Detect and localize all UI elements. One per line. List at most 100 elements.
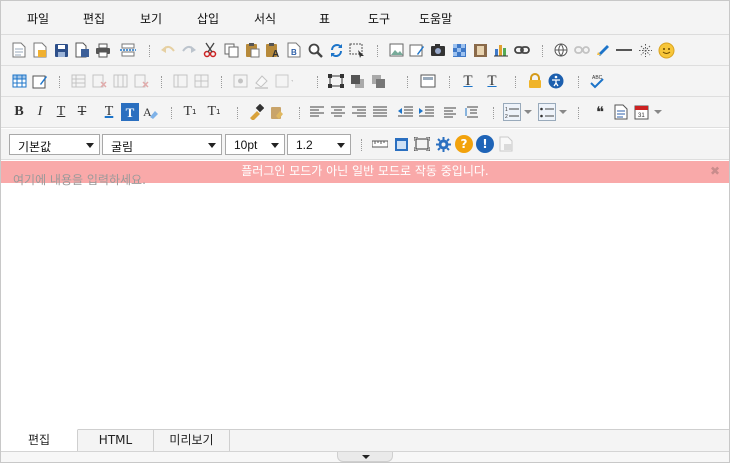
export-icon[interactable]: [497, 135, 515, 153]
menu-tools[interactable]: 도구: [368, 10, 390, 27]
cut-icon[interactable]: [201, 41, 219, 59]
info-icon[interactable]: !: [476, 135, 494, 153]
menu-insert[interactable]: 삽입: [197, 10, 219, 27]
spellcheck-icon[interactable]: ABC: [588, 72, 606, 90]
line-spacing-icon[interactable]: [442, 103, 460, 121]
page-break-icon[interactable]: [119, 41, 137, 59]
bullet-list-icon[interactable]: [538, 103, 556, 121]
line-height-select[interactable]: 1.2: [287, 134, 351, 155]
save-as-icon[interactable]: [73, 41, 91, 59]
new-document-icon[interactable]: [10, 41, 28, 59]
help-icon[interactable]: ?: [455, 135, 473, 153]
menu-file[interactable]: 파일: [27, 10, 49, 27]
paragraph-spacing-icon[interactable]: [463, 103, 481, 121]
edit-image-icon[interactable]: [408, 41, 426, 59]
numbered-list-icon[interactable]: 12: [503, 103, 521, 121]
unlink-icon[interactable]: [573, 41, 591, 59]
photo-icon[interactable]: [429, 41, 447, 59]
copy-icon[interactable]: [222, 41, 240, 59]
bullet-list-dropdown[interactable]: [558, 103, 568, 121]
object-select-icon[interactable]: [327, 72, 345, 90]
align-right-icon[interactable]: [350, 103, 368, 121]
insert-row-icon[interactable]: [69, 72, 87, 90]
hyperlink-icon[interactable]: [552, 41, 570, 59]
menu-view[interactable]: 보기: [140, 10, 162, 27]
save-icon[interactable]: [52, 41, 70, 59]
tab-preview[interactable]: 미리보기: [154, 430, 230, 452]
subscript-button[interactable]: T1: [181, 103, 199, 121]
redo-icon[interactable]: [180, 41, 198, 59]
paste-format-icon[interactable]: [268, 103, 286, 121]
select-all-icon[interactable]: [348, 41, 366, 59]
horizontal-line-icon[interactable]: [615, 41, 633, 59]
editor-content-area[interactable]: [1, 183, 729, 429]
font-family-select[interactable]: 굴림: [102, 134, 222, 155]
special-char-icon[interactable]: [636, 41, 654, 59]
template-icon[interactable]: [612, 103, 630, 121]
highlight-color-button[interactable]: T: [121, 103, 139, 121]
italic-button[interactable]: I: [31, 103, 49, 121]
undo-icon[interactable]: [159, 41, 177, 59]
align-justify-icon[interactable]: [371, 103, 389, 121]
settings-icon[interactable]: [434, 135, 452, 153]
close-icon[interactable]: ✖: [710, 161, 720, 182]
cell-color-icon[interactable]: [252, 72, 270, 90]
delete-column-icon[interactable]: [132, 72, 150, 90]
bring-front-icon[interactable]: [348, 72, 366, 90]
align-center-icon[interactable]: [329, 103, 347, 121]
clear-format-icon[interactable]: A: [142, 103, 160, 121]
blockquote-icon[interactable]: ❝: [591, 103, 609, 121]
font-size-select[interactable]: 10pt: [225, 134, 285, 155]
find-icon[interactable]: [306, 41, 324, 59]
align-left-icon[interactable]: [308, 103, 326, 121]
bold-button[interactable]: B: [10, 103, 28, 121]
paste-text-icon[interactable]: A: [264, 41, 282, 59]
resize-handle[interactable]: [337, 452, 393, 462]
split-cells-icon[interactable]: [192, 72, 210, 90]
paste-icon[interactable]: [243, 41, 261, 59]
background-icon[interactable]: [450, 41, 468, 59]
menu-format[interactable]: 서식: [254, 10, 276, 27]
outdent-icon[interactable]: [396, 103, 414, 121]
tab-edit[interactable]: 편집: [1, 429, 78, 451]
film-icon[interactable]: [471, 41, 489, 59]
font-color-button[interactable]: T: [100, 103, 118, 121]
superscript-button[interactable]: T1: [205, 103, 223, 121]
menu-help[interactable]: 도움말: [419, 10, 452, 27]
open-template-icon[interactable]: [31, 41, 49, 59]
replace-icon[interactable]: [327, 41, 345, 59]
ruler-icon[interactable]: [371, 135, 389, 153]
insert-date-dropdown[interactable]: [653, 103, 663, 121]
cell-properties-icon[interactable]: [231, 72, 249, 90]
send-back-icon[interactable]: [369, 72, 387, 90]
menu-edit[interactable]: 편집: [83, 10, 105, 27]
layer-icon[interactable]: [419, 72, 437, 90]
merge-cells-icon[interactable]: [171, 72, 189, 90]
lock-icon[interactable]: [526, 72, 544, 90]
image-icon[interactable]: [387, 41, 405, 59]
paste-word-icon[interactable]: B: [285, 41, 303, 59]
fullscreen-icon[interactable]: [413, 135, 431, 153]
accessibility-icon[interactable]: [547, 72, 565, 90]
text-style-icon[interactable]: T: [459, 72, 477, 90]
style-select[interactable]: 기본값: [9, 134, 100, 155]
insert-column-icon[interactable]: [111, 72, 129, 90]
print-icon[interactable]: [94, 41, 112, 59]
bookmark-icon[interactable]: [594, 41, 612, 59]
cell-border-dropdown[interactable]: [275, 72, 293, 90]
delete-row-icon[interactable]: [90, 72, 108, 90]
chart-icon[interactable]: [492, 41, 510, 59]
format-painter-icon[interactable]: [247, 103, 265, 121]
emoji-icon[interactable]: [657, 41, 675, 59]
tab-html[interactable]: HTML: [78, 430, 154, 452]
menu-table[interactable]: 표: [319, 10, 330, 27]
insert-date-icon[interactable]: 31: [633, 103, 651, 121]
insert-table-icon[interactable]: [10, 72, 28, 90]
indent-icon[interactable]: [417, 103, 435, 121]
strikethrough-button[interactable]: T: [73, 103, 91, 121]
clear-style-icon[interactable]: T: [483, 72, 501, 90]
underline-button[interactable]: T: [52, 103, 70, 121]
edit-table-icon[interactable]: [31, 72, 49, 90]
link-icon[interactable]: [513, 41, 531, 59]
preview-frame-icon[interactable]: [392, 135, 410, 153]
